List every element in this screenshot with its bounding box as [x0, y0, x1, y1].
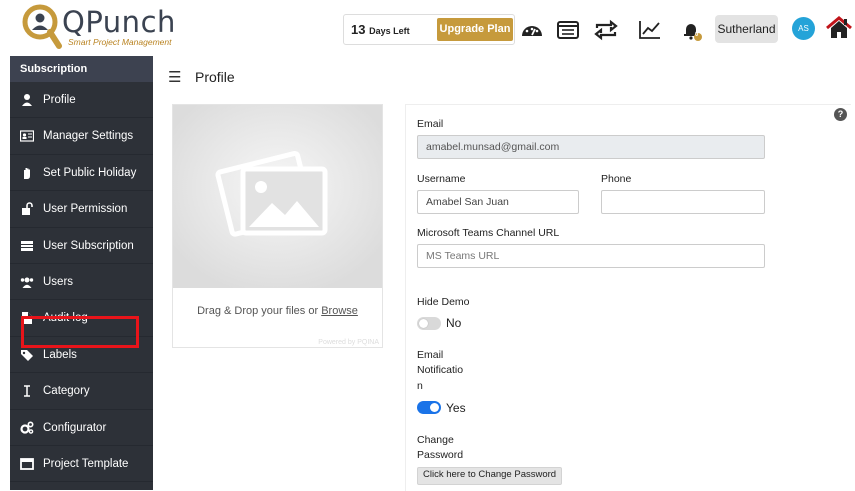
home-icon[interactable]	[826, 16, 852, 40]
cogs-icon	[20, 421, 34, 434]
bell-badge-count: 0	[695, 32, 699, 38]
chart-icon[interactable]	[638, 19, 662, 41]
upgrade-plan-button[interactable]: Upgrade Plan	[437, 18, 513, 41]
user-icon	[22, 94, 32, 106]
top-header: QPunch Smart Project Management 13 Days …	[0, 0, 855, 56]
email-notification-label-line2: Notificatio	[417, 364, 464, 376]
sidebar-item-label: User Subscription	[43, 239, 134, 252]
text-cursor-icon	[24, 385, 30, 397]
hide-demo-label: Hide Demo	[417, 296, 470, 308]
hide-demo-value: No	[446, 316, 462, 330]
sidebar-item-user-permission[interactable]: User Permission	[10, 191, 153, 228]
email-field[interactable]	[417, 135, 765, 159]
change-password-label-line2: Password	[417, 449, 464, 461]
profile-form-panel	[405, 104, 851, 491]
dropzone-instruction: Drag & Drop your files or	[197, 305, 322, 317]
sync-icon[interactable]	[594, 19, 618, 41]
sidebar-item-label: Manager Settings	[43, 130, 134, 143]
notification-bell-icon[interactable]	[680, 19, 704, 41]
unlock-icon	[22, 202, 33, 216]
teams-url-field[interactable]	[417, 244, 765, 268]
sidebar-item-label: User Permission	[43, 203, 128, 216]
sidebar-item-label: Users	[43, 275, 74, 288]
username-field[interactable]	[417, 190, 579, 214]
users-icon	[20, 277, 34, 288]
days-left-number: 13	[351, 22, 366, 37]
sidebar-item-set-public-holiday[interactable]: Set Public Holiday	[10, 155, 153, 192]
email-notification-label-line1: Email	[417, 349, 444, 361]
email-notification-value: Yes	[446, 401, 466, 415]
phone-field[interactable]	[601, 190, 765, 214]
id-card-icon	[20, 130, 34, 142]
help-icon[interactable]: ?	[834, 108, 847, 121]
hamburger-menu-icon[interactable]: ☰	[168, 68, 181, 86]
user-menu-button[interactable]: Sutherland	[715, 15, 778, 43]
days-left: 13 Days Left	[351, 22, 410, 37]
sidebar-item-label: Configurator	[43, 421, 107, 434]
browse-link[interactable]: Browse	[321, 305, 358, 317]
qpunch-logo[interactable]: QPunch Smart Project Management	[22, 4, 202, 52]
sidebar-item-configurator[interactable]: Configurator	[10, 410, 153, 446]
email-notification-toggle[interactable]	[417, 401, 441, 414]
sidebar-item-label: Profile	[43, 94, 76, 106]
toggle-knob	[419, 319, 428, 328]
sidebar: Subscription Profile Manager Settings Se…	[10, 56, 153, 490]
users-highlight-annotation	[21, 316, 139, 348]
username-label: Username	[417, 173, 466, 185]
sidebar-item-label: Project Template	[43, 457, 129, 470]
page-header: ☰ Profile	[153, 56, 855, 98]
change-password-label-line1: Change	[417, 434, 454, 446]
window-icon	[20, 458, 34, 470]
brand-tagline: Smart Project Management	[68, 37, 172, 47]
sidebar-item-category[interactable]: Category	[10, 373, 153, 410]
list-icon	[21, 240, 33, 251]
sidebar-section-title[interactable]: Subscription	[10, 56, 153, 82]
email-notification-label-line3: n	[417, 380, 423, 392]
sidebar-item-profile[interactable]: Profile	[10, 82, 153, 119]
sidebar-item-manager-settings[interactable]: Manager Settings	[10, 118, 153, 155]
teams-url-label: Microsoft Teams Channel URL	[417, 227, 560, 239]
sidebar-item-users[interactable]: Users	[10, 264, 153, 301]
toggle-knob	[430, 403, 439, 412]
avatar-dropzone[interactable]: Drag & Drop your files or Browse Powered…	[172, 104, 383, 348]
email-label: Email	[417, 118, 444, 130]
phone-label: Phone	[601, 173, 632, 185]
sidebar-item-project-template[interactable]: Project Template	[10, 446, 153, 483]
dashboard-icon[interactable]	[520, 19, 544, 41]
trial-days-box: 13 Days Left Upgrade Plan	[343, 14, 515, 45]
calendar-list-icon[interactable]	[556, 19, 580, 41]
days-left-text: Days Left	[369, 26, 410, 36]
logo-mark-icon	[22, 4, 62, 49]
dropzone-label: Drag & Drop your files or Browse	[173, 305, 382, 317]
hide-demo-toggle[interactable]	[417, 317, 441, 330]
hand-icon	[24, 167, 30, 179]
sidebar-item-label: Set Public Holiday	[43, 166, 137, 179]
tags-icon	[21, 349, 33, 361]
page-title: Profile	[195, 69, 235, 85]
brand-name: QPunch	[62, 5, 176, 39]
sidebar-item-user-subscription[interactable]: User Subscription	[10, 228, 153, 264]
change-password-button[interactable]: Click here to Change Password	[417, 467, 563, 485]
powered-by: Powered by PQINA	[318, 339, 379, 346]
image-icon	[173, 105, 382, 288]
image-placeholder	[173, 105, 382, 288]
sidebar-item-label: Category	[43, 385, 90, 398]
avatar[interactable]: AS	[792, 17, 815, 40]
